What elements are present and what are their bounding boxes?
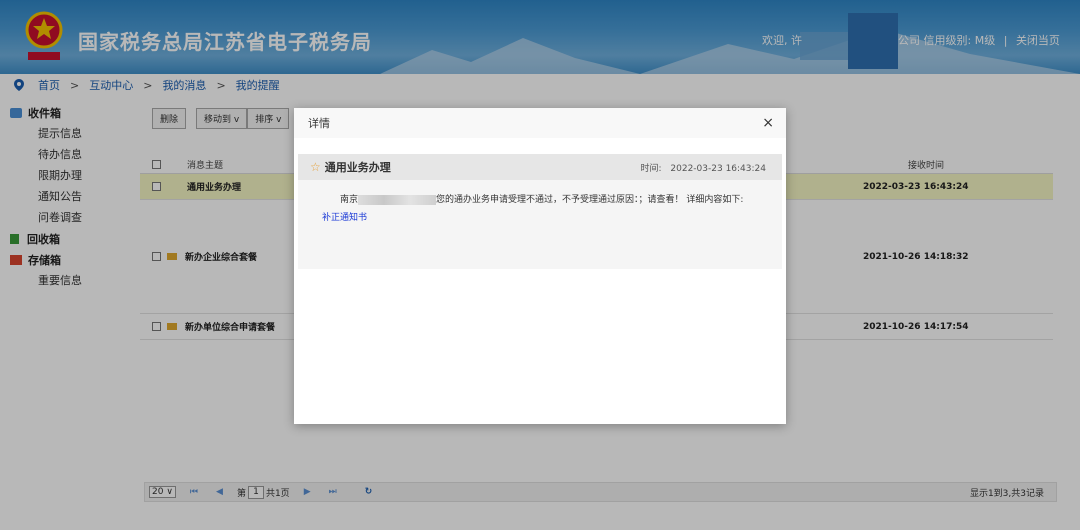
- message-time: 时间: 2022-03-23 16:43:24: [640, 161, 766, 174]
- dialog-header: 详情: [294, 108, 786, 138]
- message-text-suffix: 您的通办业务申请受理不通过，不予受理通过原因：；请查看！ 详细内容如下:: [436, 195, 744, 205]
- close-icon[interactable]: ×: [762, 115, 774, 131]
- time-value: 2022-03-23 16:43:24: [670, 163, 766, 174]
- message-detail: ☆ 通用业务办理 时间: 2022-03-23 16:43:24 南京 您的通办业…: [298, 154, 782, 269]
- correction-notice-link[interactable]: 补正通知书: [298, 205, 782, 223]
- message-header: ☆ 通用业务办理 时间: 2022-03-23 16:43:24: [298, 154, 782, 180]
- message-text-prefix: 南京: [340, 195, 359, 205]
- message-title: 通用业务办理: [324, 161, 391, 174]
- redacted-text: [358, 194, 437, 205]
- message-text: 南京 您的通办业务申请受理不通过，不予受理通过原因：；请查看！ 详细内容如下:: [298, 180, 782, 205]
- detail-dialog: 详情 × ☆ 通用业务办理 时间: 2022-03-23 16:43:24 南京…: [294, 108, 786, 424]
- time-label: 时间:: [640, 163, 662, 174]
- star-icon[interactable]: ☆: [310, 160, 321, 174]
- dialog-title: 详情: [308, 117, 330, 130]
